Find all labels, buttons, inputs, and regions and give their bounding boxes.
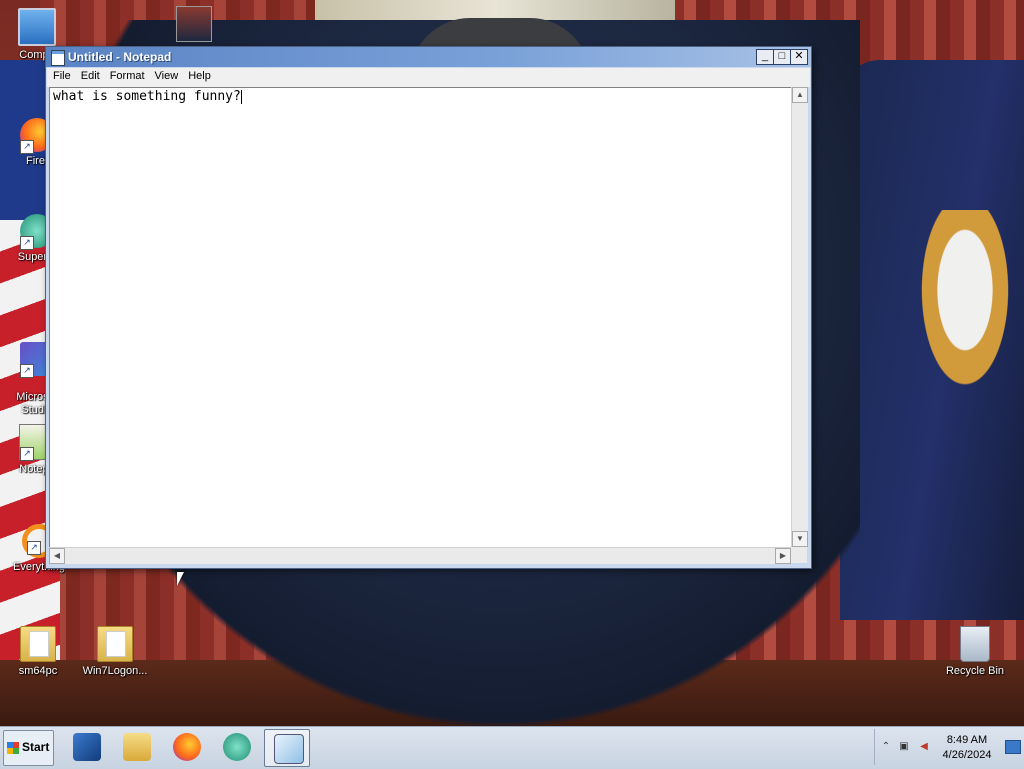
computer-icon <box>18 8 56 46</box>
recycle-bin-icon <box>960 626 990 662</box>
taskbar: Start ⌃ ▣ ◀ 8:49 AM 4/26/2024 <box>0 726 1024 769</box>
menu-bar: File Edit Format View Help <box>47 68 810 87</box>
desktop-icon-photo[interactable] <box>176 6 212 45</box>
start-label: Start <box>22 740 50 754</box>
horizontal-scrollbar[interactable]: ◀ ▶ <box>49 547 791 564</box>
text-editor-area[interactable]: what is something funny? <box>49 87 793 549</box>
supermium-icon <box>223 733 251 761</box>
menu-format[interactable]: Format <box>106 68 149 84</box>
menu-help[interactable]: Help <box>184 68 215 84</box>
desktop-icon-recycle-bin[interactable]: Recycle Bin <box>940 626 1010 678</box>
title-bar[interactable]: Untitled - Notepad _ □ ✕ <box>46 47 811 67</box>
taskbar-file-explorer[interactable] <box>114 729 158 765</box>
shortcut-arrow-icon: ↗ <box>27 541 41 555</box>
maximize-button[interactable]: □ <box>773 49 791 65</box>
action-center-icon[interactable] <box>1005 740 1021 754</box>
shortcut-arrow-icon: ↗ <box>20 447 34 461</box>
vertical-scrollbar[interactable]: ▲ ▼ <box>791 87 808 547</box>
notepad-window[interactable]: Untitled - Notepad _ □ ✕ File Edit Format V… <box>45 46 812 569</box>
minimize-button[interactable]: _ <box>756 49 774 65</box>
shortcut-arrow-icon: ↗ <box>20 140 34 154</box>
taskbar-supermium[interactable] <box>214 729 258 765</box>
document-text: what is something funny? <box>53 89 242 104</box>
clock-time[interactable]: 8:49 AM <box>939 734 995 746</box>
notepad-app-icon <box>51 50 65 66</box>
scroll-up-arrow-icon[interactable]: ▲ <box>792 87 808 103</box>
file-explorer-icon <box>123 733 151 761</box>
wallpaper-eagle-seal <box>910 210 1020 410</box>
desktop-icon-label: Win7Logon... <box>82 665 148 677</box>
close-button[interactable]: ✕ <box>790 49 808 65</box>
mouse-cursor-icon <box>177 572 184 586</box>
menu-edit[interactable]: Edit <box>77 68 104 84</box>
start-button[interactable]: Start <box>3 730 54 766</box>
firefox-icon <box>173 733 201 761</box>
shortcut-arrow-icon: ↗ <box>20 364 34 378</box>
folder-icon <box>20 626 56 662</box>
desktop-icon-sm64pc[interactable]: sm64pc <box>3 626 73 678</box>
scroll-down-arrow-icon[interactable]: ▼ <box>792 531 808 547</box>
show-hidden-icons-icon[interactable]: ⌃ <box>879 741 893 753</box>
network-icon[interactable]: ▣ <box>897 741 911 753</box>
photo-thumbnail-icon <box>176 6 212 42</box>
taskbar-notepad[interactable] <box>264 729 310 767</box>
clock-date[interactable]: 4/26/2024 <box>939 749 995 761</box>
shortcut-arrow-icon: ↗ <box>20 236 34 250</box>
menu-file[interactable]: File <box>49 68 75 84</box>
document-text-content: what is something funny? <box>53 89 241 104</box>
scroll-right-arrow-icon[interactable]: ▶ <box>775 548 791 564</box>
powershell-icon <box>73 733 101 761</box>
menu-view[interactable]: View <box>151 68 183 84</box>
scroll-left-arrow-icon[interactable]: ◀ <box>49 548 65 564</box>
volume-muted-icon[interactable]: ◀ <box>917 741 931 753</box>
resize-grip-icon[interactable] <box>791 547 807 563</box>
desktop-icon-label: Recycle Bin <box>945 665 1005 677</box>
windows-logo-icon <box>7 742 19 754</box>
desktop-icon-win7logon[interactable]: Win7Logon... <box>80 626 150 678</box>
text-caret <box>240 89 242 104</box>
taskbar-powershell[interactable] <box>64 729 108 765</box>
taskbar-firefox[interactable] <box>164 729 208 765</box>
desktop-icon-label: sm64pc <box>18 665 58 677</box>
notepad-icon <box>274 734 304 764</box>
folder-icon <box>97 626 133 662</box>
system-tray: ⌃ ▣ ◀ 8:49 AM 4/26/2024 <box>874 729 1023 765</box>
window-title: Untitled - Notepad <box>68 50 172 64</box>
